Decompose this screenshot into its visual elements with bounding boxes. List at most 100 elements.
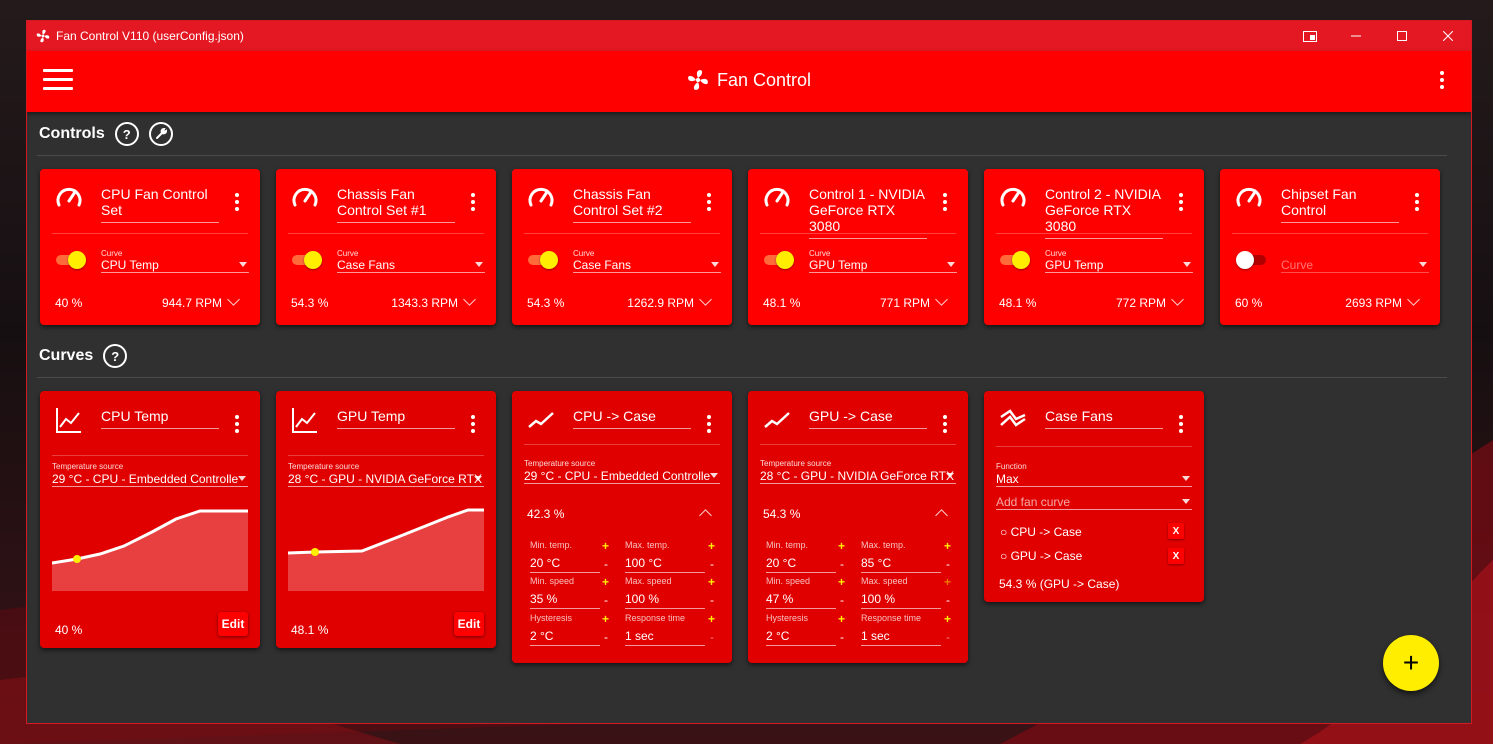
min-speed-plus-button[interactable]: + xyxy=(602,575,609,589)
max-speed-field[interactable]: 100 % xyxy=(625,592,705,609)
curve-name[interactable]: GPU -> Case xyxy=(809,408,927,429)
min-speed-minus-button[interactable]: - xyxy=(604,593,608,607)
max-temp-minus-button[interactable]: - xyxy=(946,557,950,571)
maximize-button[interactable] xyxy=(1379,21,1425,51)
response-time-field[interactable]: 1 sec xyxy=(625,629,705,646)
hysteresis-minus-button[interactable]: - xyxy=(840,630,844,644)
min-temp-field[interactable]: 20 °C xyxy=(766,556,836,573)
hysteresis-minus-button[interactable]: - xyxy=(604,630,608,644)
chevron-down-icon[interactable] xyxy=(227,293,240,306)
curve-more-icon[interactable] xyxy=(1178,415,1184,436)
control-enable-toggle[interactable] xyxy=(764,251,794,269)
temperature-source-select[interactable]: 29 °C - CPU - Embedded Controlle xyxy=(52,472,248,487)
control-name[interactable]: Control 1 - NVIDIA GeForce RTX 3080 xyxy=(809,186,927,239)
curve-select[interactable]: Case Fans xyxy=(337,258,485,273)
curve-more-icon[interactable] xyxy=(234,415,240,436)
remove-curve-button[interactable]: X xyxy=(1168,548,1184,564)
control-enable-toggle[interactable] xyxy=(1000,251,1030,269)
max-temp-field[interactable]: 100 °C xyxy=(625,556,705,573)
control-name[interactable]: Chassis Fan Control Set #2 xyxy=(573,186,691,223)
hysteresis-field[interactable]: 2 °C xyxy=(530,629,600,646)
edit-curve-button[interactable]: Edit xyxy=(454,612,484,636)
remove-curve-button[interactable]: X xyxy=(1168,523,1184,539)
curves-help-icon[interactable]: ? xyxy=(103,344,128,368)
control-more-icon[interactable] xyxy=(942,193,948,214)
control-enable-toggle[interactable] xyxy=(528,251,558,269)
chevron-down-icon[interactable] xyxy=(463,293,476,306)
min-temp-plus-button[interactable]: + xyxy=(838,539,845,553)
edit-curve-button[interactable]: Edit xyxy=(218,612,248,636)
max-temp-field[interactable]: 85 °C xyxy=(861,556,941,573)
add-fab-button[interactable]: + xyxy=(1383,635,1439,691)
chevron-down-icon[interactable] xyxy=(935,293,948,306)
chevron-down-icon[interactable] xyxy=(699,293,712,306)
max-speed-plus-button[interactable]: + xyxy=(708,575,715,589)
control-enable-toggle[interactable] xyxy=(56,251,86,269)
curve-select[interactable]: CPU Temp xyxy=(101,258,249,273)
curve-more-icon[interactable] xyxy=(706,415,712,436)
min-speed-minus-button[interactable]: - xyxy=(840,593,844,607)
control-name[interactable]: CPU Fan Control Set xyxy=(101,186,219,223)
speedometer-icon xyxy=(56,187,82,207)
min-speed-field[interactable]: 35 % xyxy=(530,592,600,609)
temperature-source-select[interactable]: 28 °C - GPU - NVIDIA GeForce RTX xyxy=(760,469,956,484)
min-speed-plus-button[interactable]: + xyxy=(838,575,845,589)
min-temp-plus-button[interactable]: + xyxy=(602,539,609,553)
curve-name[interactable]: CPU -> Case xyxy=(573,408,691,429)
control-more-icon[interactable] xyxy=(1414,193,1420,214)
max-temp-plus-button[interactable]: + xyxy=(708,539,715,553)
curve-graph[interactable] xyxy=(52,499,248,591)
wrench-icon[interactable] xyxy=(148,122,173,146)
control-enable-toggle[interactable] xyxy=(292,251,322,269)
response-time-minus-button[interactable]: - xyxy=(710,630,714,644)
max-speed-field[interactable]: 100 % xyxy=(861,592,941,609)
curve-name[interactable]: Case Fans xyxy=(1045,408,1163,429)
controls-help-icon[interactable]: ? xyxy=(114,122,139,146)
curve-graph[interactable] xyxy=(288,499,484,591)
app-more-menu-icon[interactable] xyxy=(1439,71,1445,92)
control-more-icon[interactable] xyxy=(234,193,240,214)
control-enable-toggle[interactable] xyxy=(1236,251,1266,269)
curve-select[interactable]: Curve xyxy=(1281,258,1429,273)
control-more-icon[interactable] xyxy=(1178,193,1184,214)
control-name[interactable]: Chassis Fan Control Set #1 xyxy=(337,186,455,223)
chevron-down-icon[interactable] xyxy=(1407,293,1420,306)
hysteresis-plus-button[interactable]: + xyxy=(838,612,845,626)
response-time-field[interactable]: 1 sec xyxy=(861,629,941,646)
max-speed-minus-button[interactable]: - xyxy=(946,593,950,607)
max-temp-minus-button[interactable]: - xyxy=(710,557,714,571)
response-time-minus-button[interactable]: - xyxy=(946,630,950,644)
curve-name[interactable]: GPU Temp xyxy=(337,408,455,429)
min-temp-minus-button[interactable]: - xyxy=(840,557,844,571)
curve-select[interactable]: GPU Temp xyxy=(1045,258,1193,273)
response-time-plus-button[interactable]: + xyxy=(944,612,951,626)
control-name[interactable]: Chipset Fan Control xyxy=(1281,186,1399,223)
control-more-icon[interactable] xyxy=(470,193,476,214)
min-temp-minus-button[interactable]: - xyxy=(604,557,608,571)
temperature-source-select[interactable]: 28 °C - GPU - NVIDIA GeForce RTX xyxy=(288,472,484,487)
function-select[interactable]: Max xyxy=(996,472,1192,487)
chevron-up-icon[interactable] xyxy=(935,509,948,522)
close-button[interactable] xyxy=(1425,21,1471,51)
control-more-icon[interactable] xyxy=(706,193,712,214)
curve-name[interactable]: CPU Temp xyxy=(101,408,219,429)
curve-more-icon[interactable] xyxy=(942,415,948,436)
max-speed-minus-button[interactable]: - xyxy=(710,593,714,607)
curve-more-icon[interactable] xyxy=(470,415,476,436)
curve-select[interactable]: GPU Temp xyxy=(809,258,957,273)
control-name[interactable]: Control 2 - NVIDIA GeForce RTX 3080 xyxy=(1045,186,1163,239)
chevron-down-icon[interactable] xyxy=(1171,293,1184,306)
max-temp-plus-button[interactable]: + xyxy=(944,539,951,553)
hysteresis-field[interactable]: 2 °C xyxy=(766,629,836,646)
hysteresis-plus-button[interactable]: + xyxy=(602,612,609,626)
curve-select[interactable]: Case Fans xyxy=(573,258,721,273)
minimize-button[interactable] xyxy=(1333,21,1379,51)
chevron-up-icon[interactable] xyxy=(699,509,712,522)
response-time-plus-button[interactable]: + xyxy=(708,612,715,626)
min-temp-field[interactable]: 20 °C xyxy=(530,556,600,573)
max-speed-plus-button[interactable]: + xyxy=(944,575,951,589)
min-speed-field[interactable]: 47 % xyxy=(766,592,836,609)
compact-mode-button[interactable] xyxy=(1287,21,1333,51)
temperature-source-select[interactable]: 29 °C - CPU - Embedded Controlle xyxy=(524,469,720,484)
add-fan-curve-select[interactable]: Add fan curve xyxy=(996,495,1192,510)
